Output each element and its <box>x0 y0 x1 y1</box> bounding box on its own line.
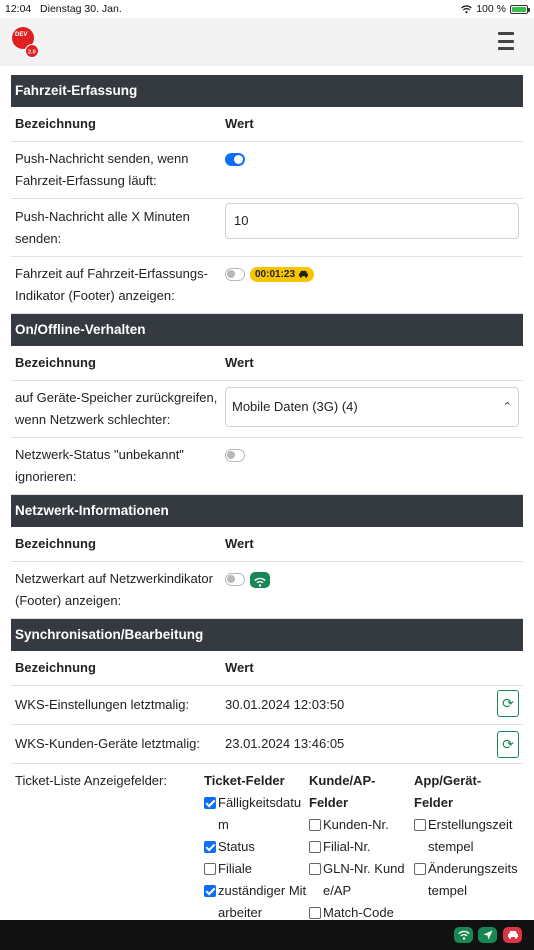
setting-label: auf Geräte-Speicher zurückgreifen, wenn … <box>15 390 218 427</box>
setting-label: Push-Nachricht senden, wenn Fahrzeit-Erf… <box>15 151 189 188</box>
battery-icon <box>510 4 530 14</box>
checkbox-label: Erstellungszeitstempel <box>428 817 513 854</box>
column-header-name: Bezeichnung <box>15 660 96 675</box>
section-header-online: On/Offline-Verhalten <box>11 314 523 346</box>
checkbox[interactable] <box>204 885 216 897</box>
car-icon <box>298 270 308 278</box>
setting-row-footer-time: Fahrzeit auf Fahrzeit-Erfassungs-Indikat… <box>11 257 523 314</box>
column-header-value: Wert <box>225 660 254 675</box>
column-header-value: Wert <box>225 536 254 551</box>
setting-row-push: Push-Nachricht senden, wenn Fahrzeit-Erf… <box>11 142 523 199</box>
status-time: 12:04 Dienstag 30. Jan. <box>5 3 122 15</box>
checkbox-label: Filiale <box>218 861 252 876</box>
checkbox-label: GLN-Nr. Kunde/AP <box>323 861 405 898</box>
wifi-icon[interactable] <box>454 927 473 943</box>
app-logo[interactable]: DEV 2.0 <box>11 25 39 59</box>
footer-time-toggle[interactable] <box>225 268 245 282</box>
fallback-select[interactable]: Mobile Daten (3G) (4) ⌃ <box>225 387 519 427</box>
wks-devices-value: 23.01.2024 13:46:05 <box>225 736 345 751</box>
menu-icon[interactable] <box>498 32 514 50</box>
setting-row-network-type: Netzwerkart auf Netzwerkindikator (Foote… <box>11 562 523 619</box>
network-type-toggle[interactable] <box>225 573 245 587</box>
checkbox-label: Änderungszeitstempel <box>428 861 518 898</box>
checkbox-label: Filial-Nr. <box>323 839 371 854</box>
checkbox-label: zuständiger Mitarbeiter <box>218 883 307 920</box>
column-header-name: Bezeichnung <box>15 116 96 131</box>
logo-bottom-text: 2.0 <box>28 50 36 56</box>
refresh-icon: ⟳ <box>502 736 514 752</box>
settings-content: Fahrzeit-Erfassung Bezeichnung Wert Push… <box>11 75 523 950</box>
setting-row-wks-devices: WKS-Kunden-Geräte letztmalig: 23.01.2024… <box>11 725 523 764</box>
section-header-netzwerk: Netzwerk-Informationen <box>11 495 523 527</box>
checkbox-item[interactable]: Filiale <box>204 858 309 880</box>
status-bar: 12:04 Dienstag 30. Jan. 100 % <box>0 0 534 18</box>
checkbox[interactable] <box>309 863 321 875</box>
column-title: App/Gerät-Felder <box>414 773 482 810</box>
refresh-icon: ⟳ <box>502 695 514 711</box>
column-title: Ticket-Felder <box>204 773 285 788</box>
checkbox-label: Fälligkeitsdatum <box>218 795 302 832</box>
checkbox-item[interactable]: Fälligkeitsdatum <box>204 792 309 836</box>
section-header-sync: Synchronisation/Bearbeitung <box>11 619 523 651</box>
sync-settings-button[interactable]: ⟳ <box>497 690 519 717</box>
push-toggle[interactable] <box>225 153 245 167</box>
setting-label: Fahrzeit auf Fahrzeit-Erfassungs-Indikat… <box>15 266 208 303</box>
checkbox[interactable] <box>204 797 216 809</box>
column-title: Kunde/AP-Felder <box>309 773 376 810</box>
wifi-badge-icon <box>250 571 270 588</box>
checkbox-item[interactable]: Status <box>204 836 309 858</box>
checkbox[interactable] <box>414 863 426 875</box>
car-icon[interactable] <box>503 927 522 943</box>
checkbox-item[interactable]: Kunden-Nr. <box>309 814 414 836</box>
column-header-name: Bezeichnung <box>15 536 96 551</box>
checkbox-list: Erstellungszeitstempel Änderungszeitstemp… <box>414 814 519 902</box>
table-head: Bezeichnung Wert <box>11 527 523 562</box>
column-header-value: Wert <box>225 116 254 131</box>
checkbox[interactable] <box>204 863 216 875</box>
setting-label: Netzwerk-Status "unbekannt" ignorieren: <box>15 447 184 484</box>
section-header-fahrzeit: Fahrzeit-Erfassung <box>11 75 523 107</box>
checkbox-label: Status <box>218 839 255 854</box>
footer-bar <box>0 920 534 950</box>
unknown-status-toggle[interactable] <box>225 449 245 463</box>
table-head: Bezeichnung Wert <box>11 651 523 686</box>
checkbox-item[interactable]: Änderungszeitstempel <box>414 858 519 902</box>
status-right: 100 % <box>461 3 530 15</box>
checkbox-label: Kunden-Nr. <box>323 817 389 832</box>
checkbox[interactable] <box>414 819 426 831</box>
table-head: Bezeichnung Wert <box>11 346 523 381</box>
checkbox[interactable] <box>309 907 321 919</box>
setting-row-unknown: Netzwerk-Status "unbekannt" ignorieren: <box>11 438 523 495</box>
timer-badge: 00:01:23 <box>250 267 314 283</box>
chevron-updown-icon: ⌃ <box>502 401 512 413</box>
setting-label: WKS-Kunden-Geräte letztmalig: <box>15 736 200 751</box>
checkbox[interactable] <box>309 841 321 853</box>
checkbox-item[interactable]: GLN-Nr. Kunde/AP <box>309 858 414 902</box>
column-header-name: Bezeichnung <box>15 355 96 370</box>
setting-label: WKS-Einstellungen letztmalig: <box>15 697 190 712</box>
checkbox[interactable] <box>204 841 216 853</box>
wks-settings-value: 30.01.2024 12:03:50 <box>225 697 345 712</box>
logo-top-text: DEV <box>15 32 27 38</box>
wifi-status-icon <box>461 4 473 14</box>
checkbox-item[interactable]: zuständiger Mitarbeiter <box>204 880 309 924</box>
setting-row-fallback: auf Geräte-Speicher zurückgreifen, wenn … <box>11 381 523 438</box>
location-arrow-icon[interactable] <box>478 927 497 943</box>
checkbox-item[interactable]: Filial-Nr. <box>309 836 414 858</box>
checkbox[interactable] <box>309 819 321 831</box>
table-head: Bezeichnung Wert <box>11 107 523 142</box>
setting-row-interval: Push-Nachricht alle X Minuten senden: 10 <box>11 199 523 257</box>
setting-label: Netzwerkart auf Netzwerkindikator (Foote… <box>15 571 213 608</box>
column-header-value: Wert <box>225 355 254 370</box>
checkbox-item[interactable]: Erstellungszeitstempel <box>414 814 519 858</box>
top-navbar: DEV 2.0 <box>0 18 534 66</box>
setting-row-wks-settings: WKS-Einstellungen letztmalig: 30.01.2024… <box>11 686 523 725</box>
setting-label: Push-Nachricht alle X Minuten senden: <box>15 209 190 246</box>
interval-input[interactable]: 10 <box>225 203 519 239</box>
sync-devices-button[interactable]: ⟳ <box>497 731 519 758</box>
battery-percent: 100 % <box>476 3 506 15</box>
